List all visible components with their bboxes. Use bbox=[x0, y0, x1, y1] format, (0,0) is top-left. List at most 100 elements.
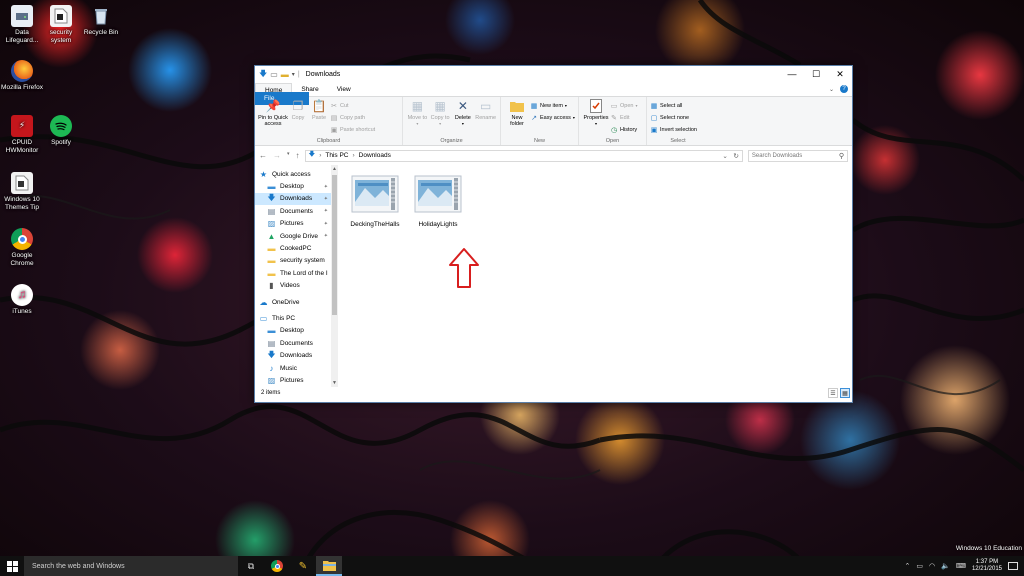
nav-item-desktop[interactable]: ▬ Desktop ✦ bbox=[255, 180, 338, 192]
file-item-decking-the-halls[interactable]: DeckingTheHalls bbox=[348, 174, 402, 228]
details-view-button[interactable]: ☰ bbox=[828, 388, 838, 398]
address-dropdown-icon[interactable]: ⌄ bbox=[722, 152, 727, 160]
desktop-icon-data-lifeguard[interactable]: Data Lifeguard... bbox=[1, 5, 43, 44]
customize-toolbar-icon[interactable]: ▾ bbox=[292, 71, 295, 78]
nav-item-google-drive[interactable]: ▲ Google Drive ✦ bbox=[255, 230, 338, 242]
easy-access-button[interactable]: ↗ Easy access ▾ bbox=[530, 112, 575, 123]
breadcrumb-this-pc[interactable]: This PC bbox=[325, 152, 348, 159]
taskbar-search[interactable]: Search the web and Windows bbox=[24, 556, 238, 576]
new-item-button[interactable]: ▦ New item ▾ bbox=[530, 100, 575, 111]
taskbar-chrome[interactable] bbox=[264, 556, 290, 576]
desktop-icon-hwmonitor[interactable]: ⚡ CPUID HWMonitor bbox=[1, 115, 43, 154]
minimize-button[interactable]: — bbox=[780, 66, 804, 82]
volume-icon[interactable]: 🔈 bbox=[941, 562, 950, 570]
taskbar-file-explorer[interactable] bbox=[316, 556, 342, 576]
refresh-icon[interactable]: ↻ bbox=[733, 152, 738, 160]
maximize-button[interactable]: ☐ bbox=[804, 66, 828, 82]
ribbon-group-select: ▦ Select all ▢ Select none ▣ Invert selecti… bbox=[647, 97, 709, 145]
search-box[interactable]: Search Downloads ⚲ bbox=[747, 149, 848, 162]
nav-item-pc-music[interactable]: ♪ Music bbox=[255, 362, 338, 374]
invert-selection-button[interactable]: ▣ Invert selection bbox=[650, 124, 697, 135]
tab-view[interactable]: View bbox=[328, 83, 360, 96]
nav-item-pc-downloads[interactable]: 🡇 Downloads bbox=[255, 349, 338, 361]
nav-item-security-system[interactable]: ▬ security system bbox=[255, 255, 338, 267]
up-arrow-icon[interactable]: ↑ bbox=[296, 151, 300, 160]
nav-item-pc-desktop[interactable]: ▬ Desktop bbox=[255, 325, 338, 337]
nav-item-videos[interactable]: ▮ Videos bbox=[255, 280, 338, 292]
scrollbar-thumb[interactable] bbox=[332, 175, 337, 315]
wifi-icon[interactable]: ◠ bbox=[929, 562, 935, 570]
download-icon: 🡇 bbox=[267, 349, 276, 359]
dropdown-icon: ▾ bbox=[635, 103, 638, 108]
address-bar[interactable]: 🡇 › This PC › Downloads ⌄ ↻ bbox=[304, 149, 743, 162]
scroll-down-icon[interactable]: ▼ bbox=[331, 380, 338, 386]
desktop-icon-label: Windows 10 Themes Tip bbox=[4, 196, 40, 211]
google-drive-icon: ▲ bbox=[267, 231, 276, 241]
open-button[interactable]: ▭ Open ▾ bbox=[610, 100, 638, 111]
nav-item-documents[interactable]: ▤ Documents ✦ bbox=[255, 205, 338, 217]
nav-item-downloads[interactable]: 🡇 Downloads ✦ bbox=[255, 192, 338, 206]
select-all-button[interactable]: ▦ Select all bbox=[650, 100, 697, 111]
file-item-holiday-lights[interactable]: HolidayLights bbox=[411, 174, 465, 228]
down-arrow-icon[interactable]: 🡇 bbox=[259, 68, 267, 82]
nav-item-pc-documents[interactable]: ▤ Documents bbox=[255, 337, 338, 349]
edit-button[interactable]: ✎ Edit bbox=[610, 112, 637, 123]
expand-ribbon-icon[interactable]: ⌄ bbox=[829, 86, 834, 93]
desktop-icon-spotify[interactable]: Spotify bbox=[40, 115, 82, 147]
nav-scrollbar[interactable]: ▲ ▼ bbox=[331, 165, 338, 387]
desktop-icon-label: security system bbox=[49, 29, 73, 44]
taskbar-notes-app[interactable]: ✎ bbox=[290, 556, 316, 576]
dropdown-icon: ▾ bbox=[416, 121, 419, 126]
copy-path-button[interactable]: ▤ Copy path bbox=[330, 112, 375, 123]
copy-icon: ❐ bbox=[292, 99, 304, 113]
nav-item-pc-pictures[interactable]: ▨ Pictures bbox=[255, 374, 338, 386]
forward-arrow-icon[interactable]: → bbox=[273, 151, 281, 160]
close-button[interactable]: ✕ bbox=[828, 66, 852, 82]
desktop-icon-label: Data Lifeguard... bbox=[5, 29, 39, 44]
nav-item-lord-of-the[interactable]: ▬ The Lord of the I bbox=[255, 267, 338, 279]
history-button[interactable]: ◷ History bbox=[610, 124, 637, 135]
nav-item-this-pc[interactable]: ▭ This PC bbox=[255, 312, 338, 324]
select-none-button[interactable]: ▢ Select none bbox=[650, 112, 697, 123]
nav-item-onedrive[interactable]: ☁ OneDrive bbox=[255, 296, 338, 308]
folder-icon[interactable]: ▬ bbox=[281, 70, 289, 79]
title-bar[interactable]: 🡇 ▭ ▬ ▾ | Downloads — ☐ ✕ bbox=[255, 66, 852, 83]
desktop-icon-chrome[interactable]: Google Chrome bbox=[1, 228, 43, 267]
desktop-icon-itunes[interactable]: ♫ iTunes bbox=[1, 284, 43, 316]
window-controls: — ☐ ✕ bbox=[780, 66, 852, 82]
breadcrumb-downloads[interactable]: Downloads bbox=[359, 152, 391, 159]
select-all-icon: ▦ bbox=[650, 102, 658, 110]
clock[interactable]: 1:37 PM 12/21/2015 bbox=[972, 559, 1002, 573]
window-title: Downloads bbox=[305, 71, 341, 78]
large-icons-view-button[interactable]: ▦ bbox=[840, 388, 850, 398]
battery-icon[interactable]: ▭ bbox=[916, 562, 923, 570]
paste-shortcut-button[interactable]: ▣ Paste shortcut bbox=[330, 124, 375, 135]
properties-check-icon bbox=[589, 99, 603, 113]
group-label: Clipboard bbox=[316, 138, 341, 144]
properties-icon[interactable]: ▭ bbox=[270, 70, 278, 79]
show-hidden-icons[interactable]: ⌃ bbox=[905, 562, 911, 570]
nav-item-quick-access[interactable]: ★ Quick access bbox=[255, 168, 338, 180]
file-name: DeckingTheHalls bbox=[350, 221, 400, 228]
pin-icon: ✦ bbox=[323, 195, 328, 202]
keyboard-icon[interactable]: ⌨ bbox=[956, 562, 966, 570]
help-button[interactable]: ? bbox=[840, 85, 848, 93]
videos-icon: ▮ bbox=[269, 281, 274, 291]
task-view-button[interactable]: ⧉ bbox=[238, 556, 264, 576]
ribbon: 📌 Pin to Quick access ❐ Copy 📋 Paste ✂ Cu… bbox=[255, 96, 852, 146]
start-button[interactable] bbox=[0, 556, 24, 576]
desktop-icon-firefox[interactable]: Mozilla Firefox bbox=[1, 60, 43, 92]
back-arrow-icon[interactable]: ← bbox=[259, 151, 267, 160]
recent-locations-icon[interactable]: ▾ bbox=[287, 151, 290, 160]
scroll-up-icon[interactable]: ▲ bbox=[331, 166, 338, 172]
pin-icon: ✦ bbox=[323, 220, 328, 227]
desktop-icon-recycle-bin[interactable]: Recycle Bin bbox=[80, 5, 122, 37]
desktop-icon-themes-tip[interactable]: Windows 10 Themes Tip bbox=[1, 172, 43, 211]
cut-button[interactable]: ✂ Cut bbox=[330, 100, 375, 111]
nav-item-pictures[interactable]: ▨ Pictures ✦ bbox=[255, 218, 338, 230]
nav-item-cookedpc[interactable]: ▬ CookedPC bbox=[255, 242, 338, 254]
desktop-icon-security-system[interactable]: security system bbox=[40, 5, 82, 44]
desktop-icon-label: Google Chrome bbox=[10, 252, 34, 267]
quick-access-toolbar: 🡇 ▭ ▬ ▾ bbox=[255, 68, 295, 82]
action-center-icon[interactable] bbox=[1008, 562, 1018, 570]
